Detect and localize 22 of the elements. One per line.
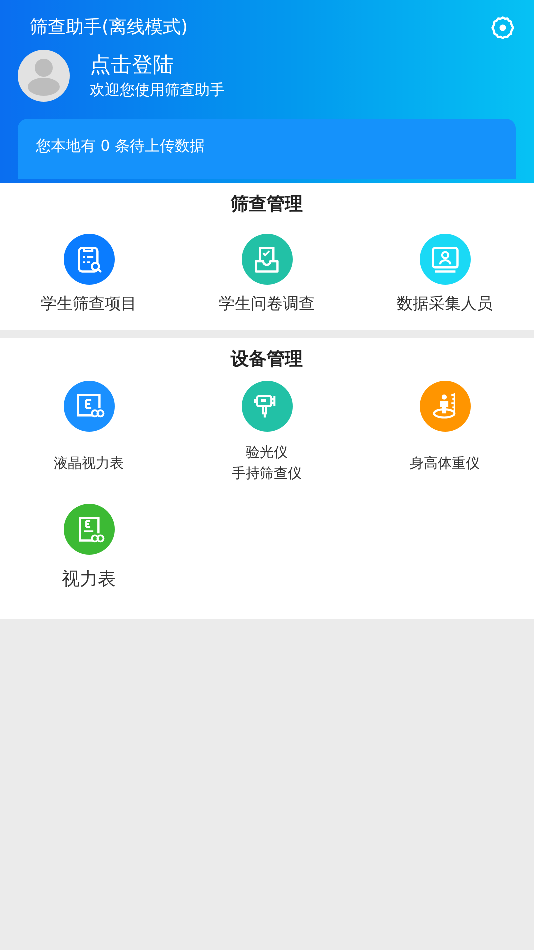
monitor-person-icon[interactable] (420, 234, 470, 285)
login-link[interactable]: 点击登陆 (90, 50, 225, 79)
clipboard-search-icon[interactable] (64, 234, 114, 285)
menu-item-label[interactable]: 学生筛查项目 (41, 293, 137, 314)
menu-item-label[interactable]: 学生问卷调查 (219, 293, 315, 314)
menu-item-label[interactable]: 手持筛查仪 (232, 464, 302, 485)
eye-chart-icon[interactable] (64, 504, 114, 555)
eye-chart-screen-icon[interactable] (64, 381, 114, 432)
menu-item-label[interactable]: 数据采集人员 (397, 293, 493, 314)
settings-icon[interactable] (490, 15, 516, 41)
section-title: 设备管理 (230, 348, 304, 372)
section-title: 筛查管理 (230, 193, 304, 217)
menu-item-label[interactable]: 身高体重仪 (410, 454, 480, 474)
avatar-icon[interactable] (18, 50, 70, 102)
welcome-text: 欢迎您使用筛查助手 (90, 80, 225, 101)
inbox-check-icon[interactable] (242, 234, 292, 285)
menu-item-label[interactable]: 视力表 (62, 568, 116, 590)
menu-item-label[interactable]: 验光仪 (232, 443, 302, 464)
app-title: 筛查助手(离线模式) (29, 16, 188, 40)
height-scale-icon[interactable] (420, 381, 470, 432)
menu-item-label[interactable]: 液晶视力表 (54, 454, 124, 474)
handheld-device-icon[interactable] (242, 381, 292, 432)
